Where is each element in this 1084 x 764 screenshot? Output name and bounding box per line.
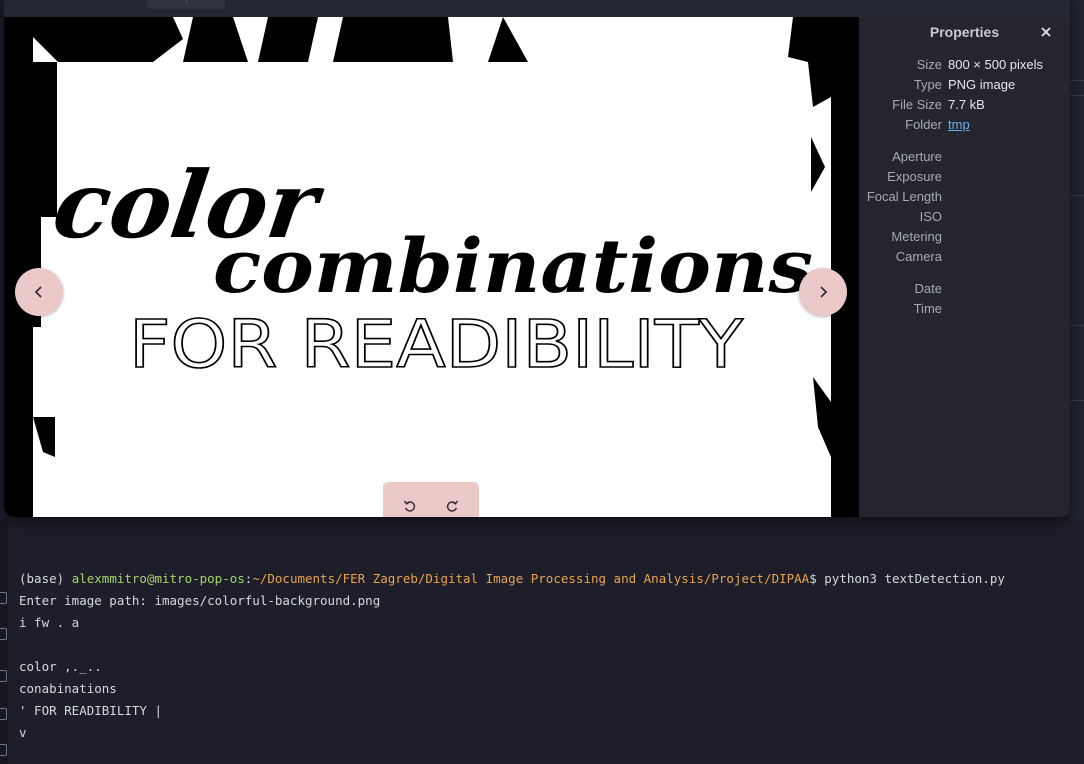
terminal-side-panel [1070, 0, 1084, 520]
prompt-path: ~/Documents/FER Zagreb/Digital Image Pro… [252, 571, 810, 586]
image-text-line3: FOR READIBILITY [129, 306, 744, 383]
prompt-user: alexmmitro@mitro-pop-os [71, 571, 245, 586]
property-time: Time [859, 299, 1070, 319]
property-metering: Metering [859, 227, 1070, 247]
image-text-line2: combinations [213, 224, 813, 310]
rotate-right-button[interactable] [438, 492, 466, 517]
property-exposure: Exposure [859, 167, 1070, 187]
terminal-output-line: conabinations [19, 681, 117, 696]
property-key: Size [916, 57, 942, 72]
property-iso: ISO [859, 207, 1070, 227]
property-key: Exposure [887, 169, 942, 184]
rotate-left-icon [404, 500, 416, 512]
close-icon [1041, 27, 1051, 37]
property-key: Focal Length [866, 189, 942, 204]
property-key: Metering [891, 229, 942, 244]
previous-image-button[interactable] [15, 268, 63, 316]
terminal-output-line: v [19, 725, 27, 740]
property-file-size: File Size 7.7 kB [859, 95, 1070, 115]
property-date: Date [859, 279, 1070, 299]
chevron-right-icon [820, 286, 828, 298]
terminal-prompt-line: (base) alexmmitro@mitro-pop-os:~/Documen… [19, 568, 1005, 590]
terminal-output-line: ' FOR READIBILITY | [19, 703, 162, 718]
rotate-toolbar [383, 482, 479, 517]
property-key: Camera [895, 249, 942, 264]
property-key: Time [913, 301, 942, 316]
property-size: Size 800 × 500 pixels [859, 55, 1070, 75]
property-key: Type [913, 77, 942, 92]
property-folder: Folder tmp [859, 115, 1070, 135]
terminal-output-line: Enter image path: images/colorful-backgr… [19, 593, 381, 608]
header-button-group[interactable] [147, 0, 225, 9]
property-key: Date [914, 281, 942, 296]
terminal-output: (base) alexmmitro@mitro-pop-os:~/Documen… [19, 568, 1005, 744]
image-content: color combinations FOR READIBILITY [33, 17, 831, 457]
property-camera: Camera [859, 247, 1070, 267]
image-viewer-window: color combinations FOR READIBILITY Prope… [4, 0, 1070, 517]
next-image-button[interactable] [799, 268, 847, 316]
property-key: File Size [892, 97, 942, 112]
prompt-command: $ python3 textDetection.py [809, 571, 1005, 586]
terminal-left-gutter [0, 520, 8, 764]
image-canvas[interactable]: color combinations FOR READIBILITY [4, 17, 859, 517]
property-focal-length: Focal Length [859, 187, 1070, 207]
rotate-left-button[interactable] [396, 492, 424, 517]
chevron-left-icon [34, 286, 42, 298]
property-key: Folder [905, 117, 942, 132]
property-value: 7.7 kB [948, 97, 985, 112]
property-value: PNG image [948, 77, 1016, 92]
property-aperture: Aperture [859, 147, 1070, 167]
property-key: ISO [919, 209, 942, 224]
property-value: 800 × 500 pixels [948, 57, 1044, 72]
displayed-image: color combinations FOR READIBILITY [33, 17, 831, 517]
folder-link[interactable]: tmp [948, 115, 970, 135]
terminal-output-line: i fw . a [19, 615, 80, 630]
property-type: Type PNG image [859, 75, 1070, 95]
properties-panel: Properties Size 800 × 500 pixels Type PN… [859, 17, 1070, 517]
close-properties-button[interactable] [1037, 23, 1055, 41]
viewer-header [4, 0, 1070, 17]
terminal-output-line: color ,._.. [19, 659, 102, 674]
rotate-right-icon [446, 500, 458, 512]
prompt-env: (base) [19, 571, 72, 586]
property-key: Aperture [892, 149, 942, 164]
